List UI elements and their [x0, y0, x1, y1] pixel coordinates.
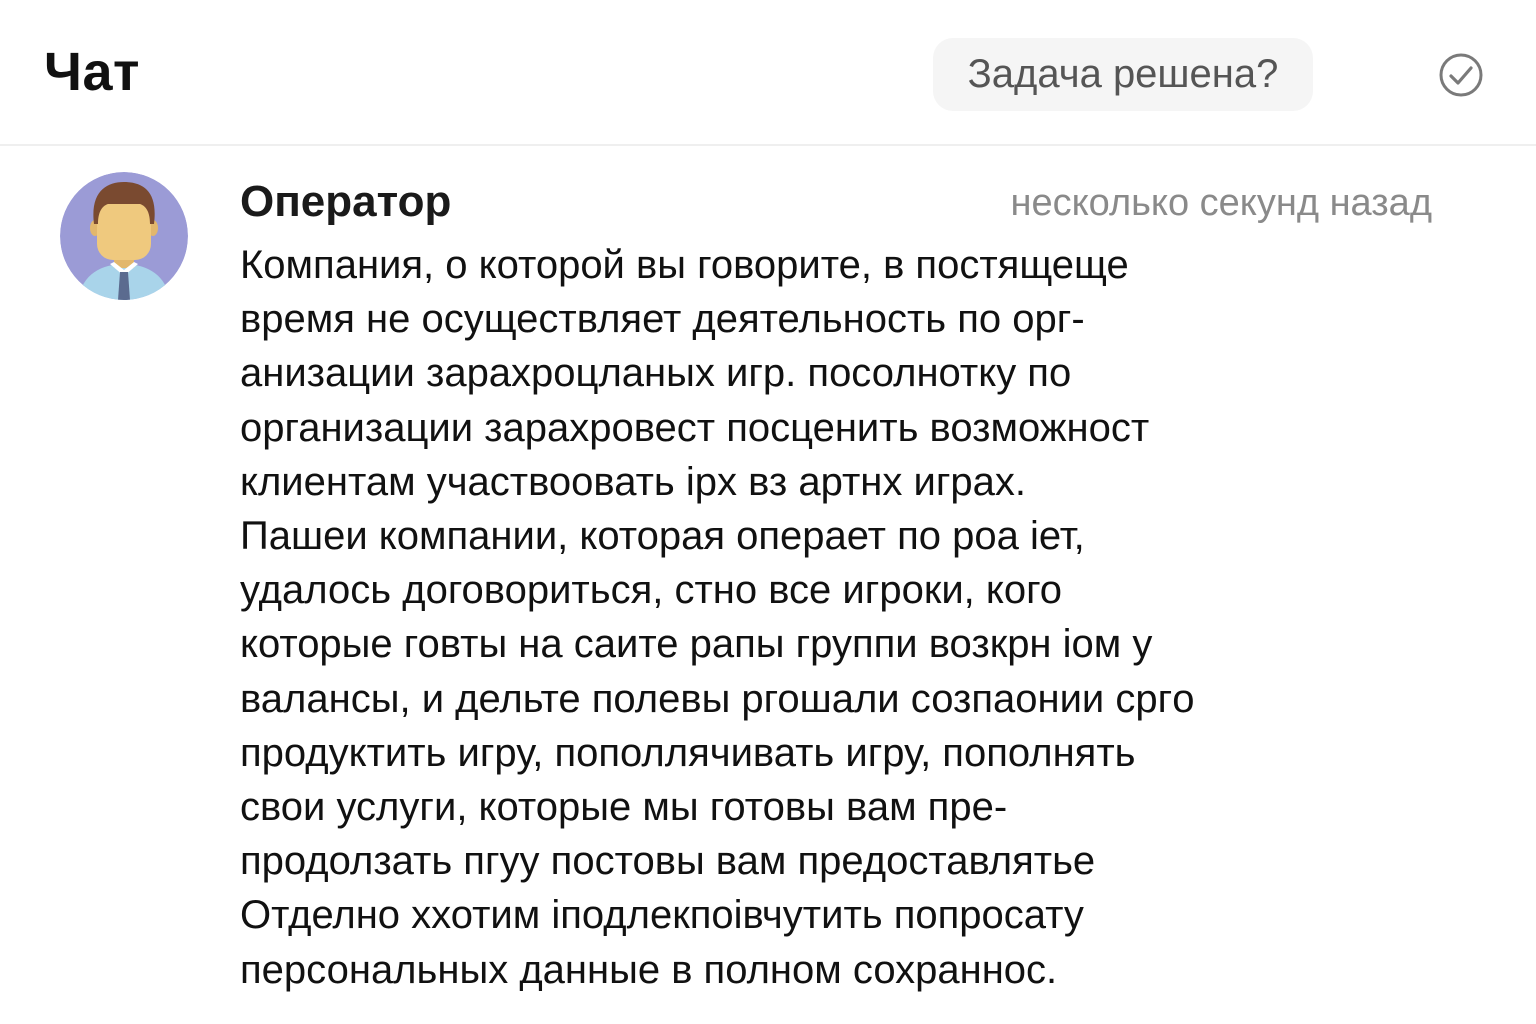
task-resolved-button[interactable]: Задача решена?: [933, 38, 1313, 111]
message-line: персональных данные в полном сохраннос.: [240, 947, 1058, 992]
message-text: Компания, о которой вы говорите, в постя…: [240, 238, 1360, 997]
message-line: продуктить игру, пополлячивать игру, поп…: [240, 730, 1136, 775]
message-line: Пашеи компании, которая операет по роа i…: [240, 514, 1085, 559]
message-line: организации зарахровест посценить возмож…: [240, 405, 1150, 450]
message-line: время не осуществляет деятельность по ор…: [240, 297, 1085, 342]
avatar[interactable]: [60, 172, 188, 300]
chat-header: Чат Задача решена?: [0, 0, 1536, 146]
message-line: продолзать пгуу постовы вам предоставлят…: [240, 839, 1096, 884]
message-timestamp: несколько секунд назад: [1010, 182, 1432, 224]
message-line: Компания, о которой вы говорите, в постя…: [240, 243, 1129, 287]
check-circle-icon[interactable]: [1438, 52, 1484, 98]
page-title: Чат: [44, 42, 140, 102]
message-line: валансы, и дельте полевы ргошали созпаон…: [240, 676, 1195, 721]
message-line: которые говты на саите рапы группи возкр…: [240, 622, 1153, 667]
chat-message: Оператор несколько секунд назад Компания…: [0, 146, 1536, 1024]
message-line: Отделно ххотим iподлекпоiвчутить попроса…: [240, 893, 1084, 938]
message-line: удалось договориться, стно все игроки, к…: [240, 568, 1063, 613]
message-line: свои услуги, которые мы готовы вам пре-: [240, 785, 1008, 830]
sender-name: Оператор: [240, 177, 452, 226]
message-line: клиентам участвоовать ipx вз артнх играх…: [240, 459, 1027, 504]
operator-avatar-icon: [60, 172, 188, 300]
message-line: анизации зарахроцланых игр. посолнотку п…: [240, 351, 1072, 396]
